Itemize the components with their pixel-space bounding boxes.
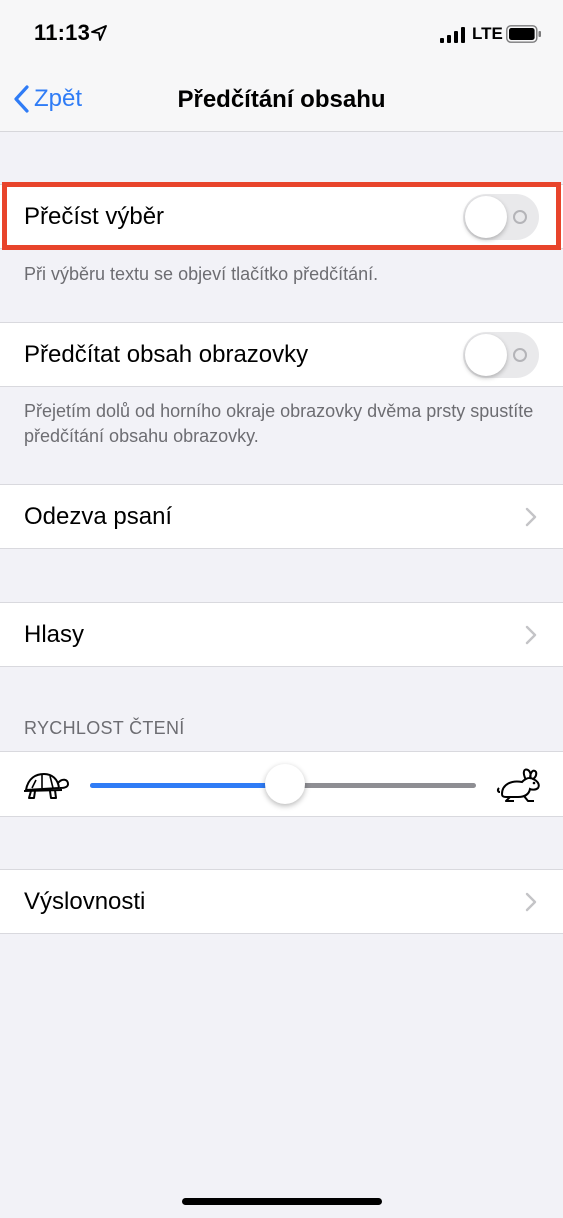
toggle-off-indicator-icon <box>513 347 527 362</box>
speak-screen-toggle[interactable] <box>463 331 539 378</box>
turtle-icon <box>23 772 70 799</box>
typing-feedback-row[interactable]: Odezva psaní <box>0 484 563 549</box>
speaking-rate-row <box>0 751 563 817</box>
voices-row[interactable]: Hlasy <box>0 602 563 667</box>
highlight-box <box>2 182 561 250</box>
speaking-rate-fill <box>90 783 283 788</box>
speak-selection-footer: Při výběru textu se objeví tlačítko před… <box>24 264 379 284</box>
rabbit-icon <box>496 768 540 802</box>
status-time: 11:13 <box>34 20 91 45</box>
location-arrow-icon <box>91 25 107 41</box>
speaking-rate-header: RYCHLOST ČTENÍ <box>24 718 185 738</box>
network-type: LTE <box>472 24 503 43</box>
typing-feedback-label: Odezva psaní <box>24 502 173 530</box>
speak-screen-row: Předčítat obsah obrazovky <box>0 322 563 387</box>
pronunciations-row[interactable]: Výslovnosti <box>0 869 563 934</box>
chevron-right-icon <box>525 625 537 644</box>
battery-icon <box>506 25 541 43</box>
speak-screen-footer: Přejetím dolů od horního okraje obrazovk… <box>24 401 534 446</box>
speaking-rate-thumb[interactable] <box>265 764 305 804</box>
header-area: 11:13 LTE Zpět Předčítání obsahu <box>0 0 563 132</box>
speak-screen-label: Předčítat obsah obrazovky <box>24 340 309 368</box>
chevron-right-icon <box>525 892 537 911</box>
chevron-right-icon <box>525 507 537 526</box>
voices-label: Hlasy <box>24 620 85 648</box>
cellular-signal-icon <box>440 27 465 43</box>
screen: 11:13 LTE Zpět Předčítání obsahu Přečíst… <box>0 0 563 1218</box>
page-title: Předčítání obsahu <box>177 86 386 113</box>
toggle-knob <box>465 333 507 376</box>
pronunciations-label: Výslovnosti <box>24 887 146 915</box>
home-indicator[interactable] <box>182 1198 382 1205</box>
